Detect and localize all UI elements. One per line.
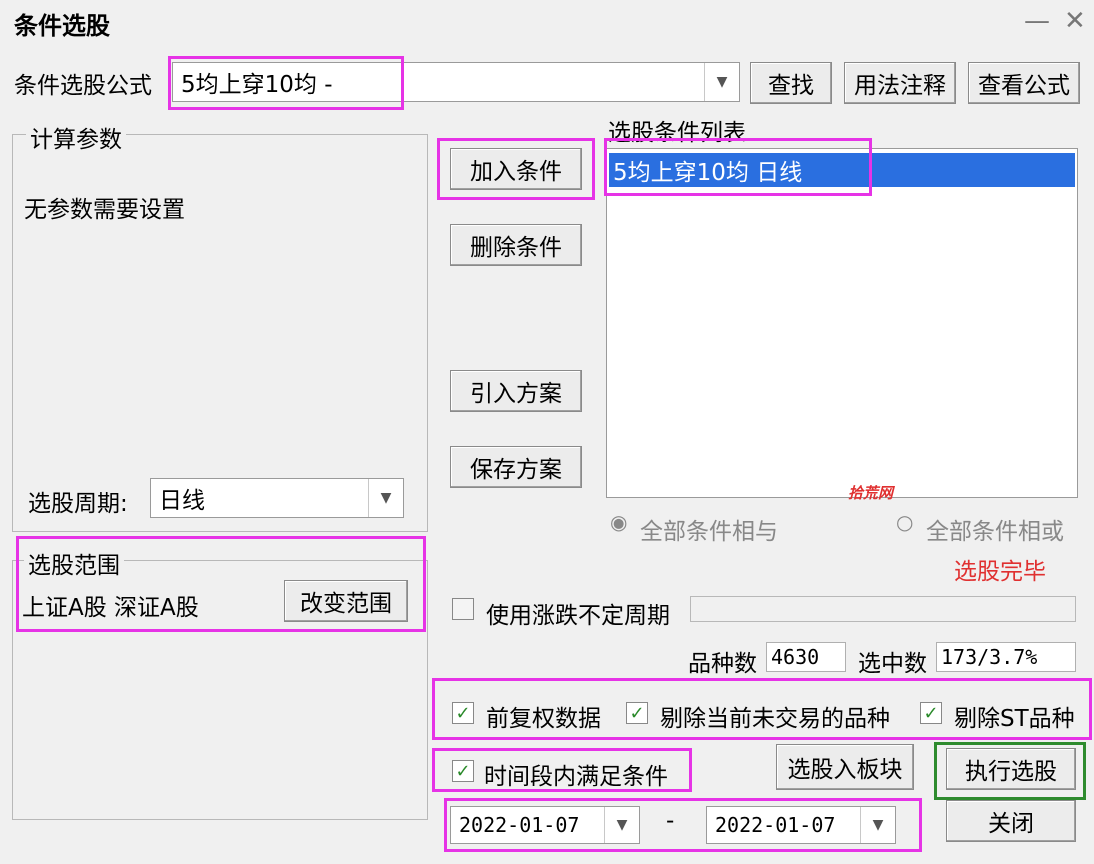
condition-list[interactable]: 5均上穿10均 日线 [606, 148, 1078, 498]
minimize-icon[interactable]: — [1024, 6, 1050, 36]
chevron-down-icon[interactable]: ▼ [704, 63, 739, 101]
selected-count-label: 选中数 [858, 651, 927, 677]
highlight-add-condition [437, 138, 595, 200]
variable-period-checkbox[interactable] [452, 598, 474, 620]
params-legend: 计算参数 [26, 120, 126, 154]
usage-button[interactable]: 用法注释 [844, 62, 956, 104]
params-text: 无参数需要设置 [24, 197, 185, 223]
radio-and-icon[interactable]: ◉ [610, 510, 627, 534]
close-icon[interactable]: ✕ [1064, 6, 1086, 36]
title-bar [0, 0, 1094, 44]
variable-period-label[interactable]: 使用涨跌不定周期 [486, 596, 670, 630]
highlight-dates [444, 798, 922, 852]
status-text: 选股完毕 [954, 559, 1046, 585]
close-button[interactable]: 关闭 [946, 800, 1076, 842]
radio-or-icon[interactable]: ○ [896, 510, 913, 534]
formula-label: 条件选股公式 [14, 73, 152, 99]
radio-or-label[interactable]: 全部条件相或 [926, 512, 1064, 546]
highlight-formula [168, 56, 404, 110]
highlight-time-range [432, 748, 692, 792]
highlight-condition-item [604, 138, 872, 196]
delete-condition-button[interactable]: 删除条件 [450, 224, 582, 266]
radio-and-label[interactable]: 全部条件相与 [640, 512, 778, 546]
variable-period-field [690, 596, 1076, 622]
total-count-label: 品种数 [688, 651, 757, 677]
import-plan-button[interactable]: 引入方案 [450, 370, 582, 412]
highlight-options [432, 678, 1092, 740]
period-value: 日线 [159, 488, 205, 514]
watermark: 拾荒网 [848, 484, 894, 502]
highlight-execute [934, 742, 1086, 800]
find-button[interactable]: 查找 [750, 62, 832, 104]
period-label: 选股周期: [28, 491, 128, 517]
save-plan-button[interactable]: 保存方案 [450, 446, 582, 488]
to-block-button[interactable]: 选股入板块 [776, 744, 914, 790]
period-select[interactable]: 日线 ▼ [150, 478, 404, 518]
window-title: 条件选股 [14, 12, 110, 40]
view-formula-button[interactable]: 查看公式 [968, 62, 1080, 104]
chevron-down-icon[interactable]: ▼ [368, 479, 403, 517]
total-count-value: 4630 [766, 642, 846, 672]
highlight-range [16, 536, 426, 632]
selected-count-value: 173/3.7% [936, 642, 1076, 672]
